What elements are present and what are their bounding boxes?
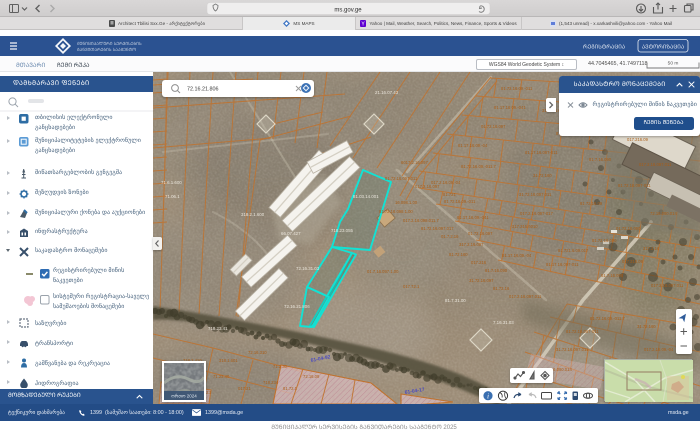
svg-text:017.2.16.097-017: 017.2.16.097-017: [520, 211, 554, 216]
svg-text:81.72.16.097.011: 81.72.16.097.011: [385, 176, 418, 181]
svg-text:31.72.160: 31.72.160: [637, 324, 656, 329]
svg-text:81.17.16.09.-04: 81.17.16.09.-04: [502, 253, 532, 258]
svg-text:ᲠᲔᲒᲘᲡᲢᲠᲐᲪᲘᲐ: ᲠᲔᲒᲘᲡᲢᲠᲐᲪᲘᲐ: [583, 44, 626, 51]
svg-text:71.06.1: 71.06.1: [165, 194, 180, 199]
svg-text:81.72.1: 81.72.1: [283, 386, 298, 391]
svg-text:ორთო 2024: ორთო 2024: [171, 393, 197, 399]
svg-text:ᲐᲕᲢᲝᲠᲘᲖᲐᲪᲘᲐ: ᲐᲕᲢᲝᲠᲘᲖᲐᲪᲘᲐ: [642, 44, 685, 51]
svg-text:81.72.16: 81.72.16: [493, 286, 510, 291]
svg-text:017.2.16.098.011.7: 017.2.16.098.011.7: [403, 218, 439, 223]
svg-text:017.2.16.097.011: 017.2.16.097.011: [651, 283, 684, 288]
svg-text:017.2.16.09.-04: 017.2.16.09.-04: [644, 347, 674, 352]
svg-text:81.7.16.090: 81.7.16.090: [601, 273, 624, 278]
svg-text:017.72.1: 017.72.1: [403, 284, 420, 289]
svg-text:71.6.1.600: 71.6.1.600: [161, 180, 182, 185]
svg-text:81.17.16.097-011: 81.17.16.097-011: [546, 262, 579, 267]
svg-text:317.215.6010: 317.215.6010: [512, 224, 538, 229]
svg-text:71.2.30: 71.2.30: [273, 364, 288, 369]
svg-text:01.72.16.090: 01.72.16.090: [616, 226, 641, 231]
svg-text:31.72.16.097.011: 31.72.16.097.011: [519, 192, 552, 197]
svg-text:81.72.16.097-011: 81.72.16.097-011: [566, 329, 599, 334]
svg-text:72.16.31.03: 72.16.31.03: [296, 266, 320, 271]
svg-text:31.72.16.097: 31.72.16.097: [469, 278, 494, 283]
svg-text:81.721: 81.721: [443, 192, 456, 197]
svg-text:718.23.055: 718.23.055: [331, 228, 354, 233]
svg-text:21.16.07.43: 21.16.07.43: [375, 90, 399, 95]
svg-text:ᲒᲐᲜᲕᲘᲗᲐᲠᲔᲑᲘᲡ ᲡᲐᲐᲒᲔᲜᲢᲝ: ᲒᲐᲜᲕᲘᲗᲐᲠᲔᲑᲘᲡ ᲡᲐᲐᲒᲔᲜᲢᲝ: [77, 47, 136, 52]
svg-text:017.2.16.097.011: 017.2.16.097.011: [509, 294, 542, 299]
svg-text:81.721.6.09.017: 81.721.6.09.017: [558, 248, 589, 253]
svg-text:72.16.21.806: 72.16.21.806: [187, 86, 218, 92]
svg-text:72.16.310: 72.16.310: [248, 350, 267, 355]
svg-text:017.2.16.097.011: 017.2.16.097.011: [639, 162, 672, 167]
svg-text:16.098.1.00: 16.098.1.00: [395, 200, 418, 205]
svg-text:ms.gov.ge: ms.gov.ge: [334, 8, 362, 14]
svg-text:31.72.160: 31.72.160: [533, 173, 552, 178]
svg-text:7.16.31.03: 7.16.31.03: [493, 320, 514, 325]
svg-text:81.72.16.090: 81.72.16.090: [592, 238, 617, 243]
svg-text:017.21: 017.21: [238, 386, 251, 391]
svg-text:31.72.16.097.011: 31.72.16.097.011: [556, 347, 589, 352]
svg-text:81.72.16.09.-011: 81.72.16.09.-011: [501, 86, 533, 91]
svg-text:318.2.1.600: 318.2.1.600: [241, 212, 265, 217]
svg-text:718.23.41: 718.23.41: [208, 326, 228, 331]
svg-text:01.72.16.097: 01.72.16.097: [481, 124, 506, 129]
svg-text:318.1.601: 318.1.601: [219, 358, 238, 363]
svg-text:81.17.16.09.-041: 81.17.16.09.-041: [457, 215, 489, 220]
svg-text:81.7.16.090: 81.7.16.090: [589, 157, 612, 162]
svg-text:i: i: [487, 391, 489, 400]
svg-text:017.216: 017.216: [471, 260, 487, 265]
svg-text:ᲛᲣᲜᲘᲪᲘᲞᲐᲚᲣᲠᲘ ᲡᲔᲠᲕᲘᲡᲔᲑᲘᲡ: ᲛᲣᲜᲘᲪᲘᲞᲐᲚᲣᲠᲘ ᲡᲔᲠᲕᲘᲡᲔᲑᲘᲡ: [77, 41, 142, 46]
svg-text:017.216.09: 017.216.09: [622, 259, 644, 264]
svg-text:81.17.16.097-011: 81.17.16.097-011: [525, 150, 558, 155]
svg-text:317.2.16: 317.2.16: [643, 246, 660, 251]
svg-text:72.16.090.014: 72.16.090.014: [650, 211, 677, 216]
svg-text:72.16.09: 72.16.09: [303, 374, 320, 379]
svg-text:81.72.16.098.1.00: 81.72.16.098.1.00: [379, 209, 413, 214]
svg-text:81.72.16.097-011: 81.72.16.097-011: [618, 183, 651, 188]
svg-text:66.07.427: 66.07.427: [281, 231, 301, 236]
svg-text:71.23.40: 71.23.40: [213, 374, 230, 379]
svg-text:72.16.21.806: 72.16.21.806: [284, 304, 310, 309]
svg-text:81.72.16.09.-011.7: 81.72.16.09.-011.7: [590, 316, 626, 321]
svg-text:317.2.16.097: 317.2.16.097: [459, 242, 484, 247]
svg-text:81.7.16.090: 81.7.16.090: [485, 268, 508, 273]
svg-text:6017.2.16.097: 6017.2.16.097: [401, 160, 428, 165]
svg-text:81.72.16.09: 81.72.16.09: [580, 201, 603, 206]
svg-text:017.2.16.097: 017.2.16.097: [415, 184, 440, 189]
svg-text:81.72.16.097.017: 81.72.16.097.017: [421, 226, 454, 231]
svg-text:81.72.16.09.-011: 81.72.16.09.-011: [444, 199, 476, 204]
svg-text:01.7.16.097.1.00: 01.7.16.097.1.00: [367, 269, 399, 274]
svg-text:01.7.2.16: 01.7.2.16: [441, 234, 459, 239]
svg-text:81.17.16.09.-041: 81.17.16.09.-041: [494, 105, 526, 110]
svg-text:81.7.31.00: 81.7.31.00: [445, 298, 466, 303]
svg-text:01.72.16.097: 01.72.16.097: [468, 231, 493, 236]
svg-text:50 m: 50 m: [668, 61, 679, 67]
svg-text:81.17.16.09.-04: 81.17.16.09.-04: [458, 143, 488, 148]
svg-text:718.234: 718.234: [263, 380, 279, 385]
svg-text:81.72.16.09.-011.7: 81.72.16.09.-011.7: [461, 164, 497, 169]
svg-text:81.72.160: 81.72.160: [449, 252, 468, 257]
svg-text:017.216.09: 017.216.09: [627, 137, 649, 142]
svg-text:81.03.14.001: 81.03.14.001: [353, 194, 379, 199]
